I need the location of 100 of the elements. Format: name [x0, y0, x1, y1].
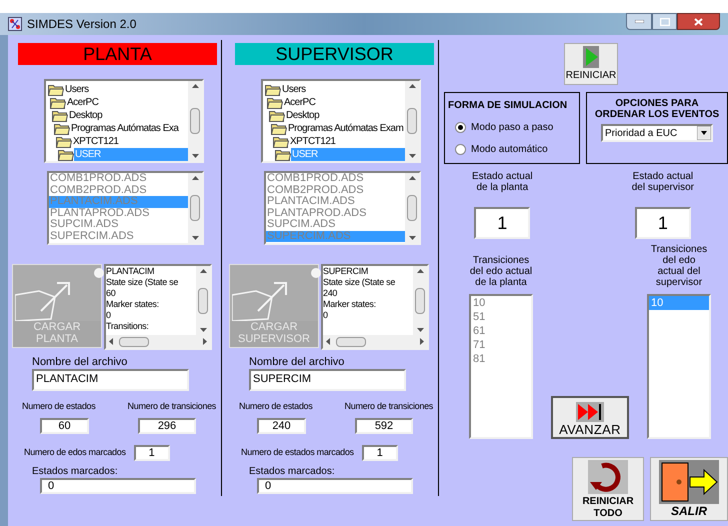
marked-states-field[interactable]: 0 — [40, 478, 196, 494]
dropdown-arrow-icon — [697, 126, 711, 140]
file-item[interactable]: COMB2PROD.ADS — [266, 184, 405, 196]
state-label: Estado actual de la planta — [472, 171, 533, 193]
info-line: 0 — [106, 310, 112, 321]
supervisor-state-field[interactable]: 1 — [634, 207, 691, 239]
folder-icon — [50, 96, 66, 108]
info-line: Marker states: — [106, 299, 160, 310]
horizontal-scroll-bar[interactable] — [323, 335, 427, 348]
close-button[interactable] — [677, 13, 720, 30]
transition-item[interactable]: 71 — [471, 338, 531, 352]
field-label: Numero de estados — [22, 400, 96, 412]
exit-button[interactable]: SALIR — [650, 457, 728, 521]
file-item[interactable]: COMB1PROD.ADS — [49, 173, 188, 184]
reset-icon — [588, 460, 628, 494]
minimize-button[interactable] — [626, 13, 652, 30]
file-item[interactable]: PLANTACIM.ADS — [266, 196, 405, 208]
field-label: Estados marcados: — [249, 465, 336, 478]
tree-item[interactable]: XPTCT121 — [289, 135, 336, 148]
file-list[interactable]: COMB1PROD.ADS COMB2PROD.ADS PLANTACIM.ADS PLANTAPROD.ADS SUPCIM.ADS SUPERCIM.ADS — [47, 171, 204, 245]
plant-state-field[interactable]: 1 — [474, 207, 530, 239]
tree-item[interactable]: Programas Autómatas Exam — [287, 122, 404, 135]
radio-button[interactable] — [455, 144, 466, 155]
advance-button[interactable]: AVANZAR — [551, 396, 629, 439]
tree-item[interactable]: Users — [281, 83, 306, 96]
states-field[interactable]: 240 — [257, 418, 306, 434]
transition-item[interactable]: 81 — [471, 352, 531, 366]
field-label: Nombre del archivo — [249, 356, 346, 369]
scroll-bar[interactable] — [188, 81, 202, 161]
transitions-label: Transiciones del edo actual de la planta — [470, 255, 532, 288]
info-line: 60 — [106, 288, 116, 299]
filename-field[interactable]: SUPERCIM — [249, 369, 406, 391]
tree-item[interactable]: XPTCT121 — [72, 135, 118, 148]
transition-item[interactable]: 61 — [471, 324, 531, 338]
file-item[interactable]: SUPCIM.ADS — [49, 219, 188, 230]
transition-item[interactable]: 51 — [471, 310, 531, 324]
folder-tree[interactable]: Users AcerPC Desktop Programas Autómatas Exam XPTCT121 USER — [261, 79, 421, 163]
scroll-bar[interactable] — [413, 266, 427, 335]
window-title: SIMDES Version 2.0 — [27, 16, 136, 33]
field-label: Numero de transiciones — [128, 400, 216, 412]
tree-item[interactable]: AcerPC — [66, 96, 98, 109]
file-item[interactable]: PLANTAPROD.ADS — [266, 208, 405, 219]
transition-item[interactable]: 10 — [471, 296, 531, 310]
folder-icon — [52, 110, 68, 122]
tree-item[interactable]: Desktop — [68, 109, 102, 122]
minimize-icon — [634, 20, 644, 23]
radio-label: Modo paso a paso — [471, 121, 554, 135]
field-label: Nombre del archivo — [32, 356, 128, 369]
ordering-dropdown[interactable]: Prioridad a EUC — [601, 124, 713, 142]
transitions-field[interactable]: 296 — [138, 418, 196, 434]
scroll-bar[interactable] — [188, 173, 202, 243]
folder-icon — [271, 122, 287, 134]
state-label: Estado actual del supervisor — [632, 171, 694, 193]
panel-header: SUPERVISOR — [235, 43, 434, 65]
restart-button[interactable]: REINICIAR — [564, 43, 618, 85]
info-line: SUPERCIM — [323, 266, 370, 277]
folder-icon — [265, 84, 281, 96]
scroll-bar[interactable] — [196, 266, 210, 335]
folder-tree[interactable]: Users AcerPC Desktop Programas Autómatas Exa XPTCT121 USER — [44, 79, 204, 163]
transitions-field[interactable]: 592 — [355, 418, 413, 434]
radio-label: Modo automático — [471, 143, 548, 157]
app-icon — [8, 17, 22, 31]
info-line: 240 — [323, 288, 338, 299]
tree-item[interactable]: Desktop — [285, 109, 320, 122]
maximize-button[interactable] — [652, 13, 677, 30]
field-label: Numero de edos marcados — [24, 446, 126, 460]
marked-count-field[interactable]: 1 — [134, 445, 170, 461]
group-title: OPCIONES PARA ORDENAR LOS EVENTOS — [594, 98, 720, 120]
file-list[interactable]: COMB1PROD.ADS COMB2PROD.ADS PLANTACIM.ADS PLANTAPROD.ADS SUPCIM.ADS SUPERCIM.ADS — [264, 171, 421, 245]
marked-states-field[interactable]: 0 — [257, 478, 413, 494]
marked-count-field[interactable]: 1 — [362, 445, 398, 461]
radio-button[interactable] — [455, 122, 466, 133]
field-label: Numero de estados marcados — [241, 446, 354, 460]
info-line: Transitions: — [106, 321, 150, 332]
filename-field[interactable]: PLANTACIM — [32, 369, 189, 391]
fast-forward-icon — [576, 402, 604, 422]
horizontal-scroll-bar[interactable] — [106, 335, 210, 348]
info-line: 0 — [323, 310, 329, 321]
tree-item[interactable]: Users — [64, 83, 89, 96]
tree-item[interactable]: AcerPC — [283, 96, 316, 109]
close-icon — [694, 18, 703, 26]
folder-icon — [267, 96, 283, 108]
file-item[interactable]: SUPERCIM.ADS — [49, 230, 188, 242]
transition-list[interactable]: 10 51 61 71 81 — [469, 294, 533, 439]
scroll-bar[interactable] — [405, 173, 419, 243]
file-item[interactable]: COMB1PROD.ADS — [266, 173, 405, 184]
group-title: FORMA DE SIMULACION — [448, 99, 568, 113]
file-item[interactable]: COMB2PROD.ADS — [49, 184, 188, 196]
panel-header: PLANTA — [18, 43, 217, 65]
reset-all-button[interactable]: REINICIAR TODO — [572, 457, 644, 521]
folder-icon — [56, 136, 72, 148]
file-item[interactable]: SUPCIM.ADS — [266, 219, 405, 230]
info-line: PLANTACIM — [106, 266, 156, 277]
states-field[interactable]: 60 — [40, 418, 89, 434]
tree-item[interactable]: Programas Autómatas Exa — [70, 122, 178, 135]
folder-icon — [269, 110, 285, 122]
scroll-bar[interactable] — [405, 81, 419, 161]
file-item[interactable]: PLANTAPROD.ADS — [49, 208, 188, 219]
field-label: Numero de estados — [239, 400, 312, 412]
folder-icon — [48, 84, 64, 96]
